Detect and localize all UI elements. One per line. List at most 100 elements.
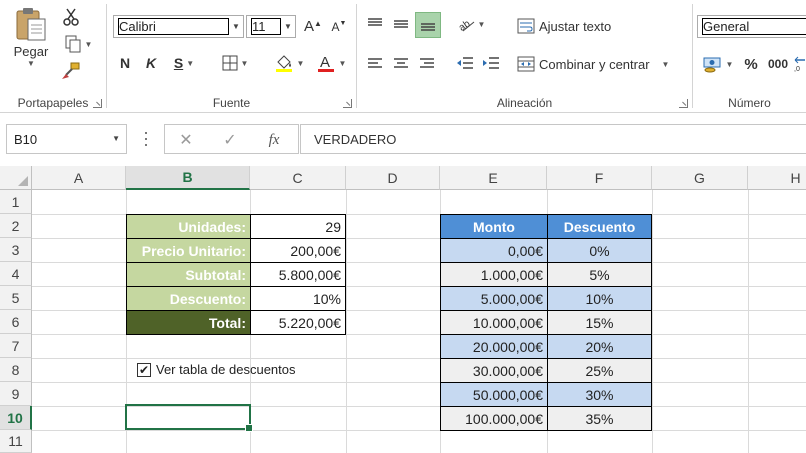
summary-total-value-cell[interactable]: 5.220,00€: [250, 310, 346, 335]
column-header-f[interactable]: F: [547, 166, 652, 190]
align-center-button[interactable]: [389, 52, 413, 74]
column-header-e[interactable]: E: [440, 166, 547, 190]
column-header-c[interactable]: C: [250, 166, 346, 190]
font-launcher-icon[interactable]: [343, 99, 352, 108]
table-cell[interactable]: 5.000,00€: [440, 286, 548, 311]
copy-button[interactable]: ▼: [60, 33, 96, 55]
worksheet-grid[interactable]: A B C D E F G H 1 2 3 4 5 6 7 8 9 10 11: [0, 166, 806, 453]
align-top-button[interactable]: [363, 12, 387, 36]
row-header-3[interactable]: 3: [0, 238, 32, 262]
merge-center-button[interactable]: Combinar y centrar ▼: [517, 52, 685, 76]
summary-value-cell[interactable]: 200,00€: [250, 238, 346, 263]
font-family-select[interactable]: Calibri ▼: [113, 15, 244, 38]
row-header-10[interactable]: 10: [0, 406, 32, 430]
align-center-icon: [394, 58, 408, 68]
column-header-h[interactable]: H: [748, 166, 806, 190]
row-header-4[interactable]: 4: [0, 262, 32, 286]
table-cell[interactable]: 0,00€: [440, 238, 548, 263]
column-header-b[interactable]: B: [126, 166, 250, 190]
summary-value-cell[interactable]: 29: [250, 214, 346, 239]
table-cell[interactable]: 15%: [547, 310, 652, 335]
discount-header-cell[interactable]: Descuento: [547, 214, 652, 239]
cut-button[interactable]: [60, 6, 82, 28]
paste-label: Pegar: [13, 44, 49, 59]
accounting-format-button[interactable]: ▼: [699, 52, 737, 76]
column-header-a[interactable]: A: [32, 166, 126, 190]
row-header-5[interactable]: 5: [0, 286, 32, 310]
font-color-button[interactable]: A ▼: [311, 50, 351, 76]
table-cell[interactable]: 100.000,00€: [440, 406, 548, 431]
bold-button[interactable]: N: [115, 52, 135, 74]
table-cell[interactable]: 5%: [547, 262, 652, 287]
table-cell[interactable]: 0%: [547, 238, 652, 263]
grow-font-button[interactable]: A ▲: [303, 15, 323, 38]
table-cell[interactable]: 30.000,00€: [440, 358, 548, 383]
wrap-text-button[interactable]: Ajustar texto: [517, 14, 629, 38]
table-cell[interactable]: 20.000,00€: [440, 334, 548, 359]
confirm-entry-icon[interactable]: ✓: [219, 129, 241, 151]
fill-color-button[interactable]: ▼: [271, 50, 307, 76]
summary-label-cell[interactable]: Unidades:: [126, 214, 251, 239]
select-all-button[interactable]: [0, 166, 32, 190]
format-painter-button[interactable]: [60, 60, 82, 82]
row-header-9[interactable]: 9: [0, 382, 32, 406]
row-header-11[interactable]: 11: [0, 430, 32, 453]
summary-label-cell[interactable]: Descuento:: [126, 286, 251, 311]
row-header-2[interactable]: 2: [0, 214, 32, 238]
name-box[interactable]: B10 ▼: [6, 124, 127, 154]
align-left-button[interactable]: [363, 52, 387, 74]
font-size-select[interactable]: 11 ▼: [246, 15, 296, 38]
italic-button[interactable]: K: [141, 52, 161, 74]
font-family-value: Calibri: [118, 18, 229, 35]
table-cell[interactable]: 1.000,00€: [440, 262, 548, 287]
borders-button[interactable]: ▼: [217, 52, 253, 74]
table-cell[interactable]: 35%: [547, 406, 652, 431]
row-header-7[interactable]: 7: [0, 334, 32, 358]
summary-label-cell[interactable]: Subtotal:: [126, 262, 251, 287]
active-cell-b10[interactable]: [125, 404, 253, 432]
table-cell[interactable]: 10.000,00€: [440, 310, 548, 335]
column-header-g[interactable]: G: [652, 166, 748, 190]
row-header-1[interactable]: 1: [0, 190, 32, 214]
checkbox-checked-icon[interactable]: ✔: [137, 362, 151, 377]
font-size-value: 11: [251, 18, 281, 35]
decrease-indent-button[interactable]: [453, 52, 477, 74]
summary-value-cell[interactable]: 10%: [250, 286, 346, 311]
discount-header-cell[interactable]: Monto: [440, 214, 548, 239]
row-header-8[interactable]: 8: [0, 358, 32, 382]
row-header-6[interactable]: 6: [0, 310, 32, 334]
clipboard-launcher-icon[interactable]: [93, 99, 102, 108]
summary-total-label-cell[interactable]: Total:: [126, 310, 251, 335]
table-cell[interactable]: 30%: [547, 382, 652, 407]
orientation-button[interactable]: ab ▼: [453, 12, 489, 36]
underline-button[interactable]: S ▼: [167, 52, 201, 74]
more-dots-icon[interactable]: [144, 132, 148, 146]
table-cell[interactable]: 25%: [547, 358, 652, 383]
insert-function-button[interactable]: fx: [261, 129, 287, 151]
increase-decimal-button[interactable]: ,0: [793, 52, 806, 76]
table-cell[interactable]: 10%: [547, 286, 652, 311]
column-header-d[interactable]: D: [346, 166, 440, 190]
percent-style-button[interactable]: %: [741, 52, 761, 76]
paste-button[interactable]: Pegar ▼: [8, 6, 54, 68]
table-cell[interactable]: 20%: [547, 334, 652, 359]
discount-table-checkbox[interactable]: ✔ Ver tabla de descuentos: [137, 362, 296, 377]
increase-indent-button[interactable]: [479, 52, 503, 74]
align-bottom-icon: [421, 23, 435, 31]
formula-input[interactable]: VERDADERO: [300, 124, 806, 154]
align-right-button[interactable]: [415, 52, 439, 74]
summary-label-cell[interactable]: Precio Unitario:: [126, 238, 251, 263]
align-middle-button[interactable]: [389, 12, 413, 36]
thousands-separator-button[interactable]: 000: [765, 52, 791, 76]
number-format-select[interactable]: General: [697, 15, 806, 38]
align-left-icon: [368, 58, 382, 68]
cancel-entry-icon[interactable]: ✕: [175, 129, 197, 151]
table-cell[interactable]: 50.000,00€: [440, 382, 548, 407]
shrink-font-button[interactable]: A ▼: [329, 15, 349, 38]
summary-value-cell[interactable]: 5.800,00€: [250, 262, 346, 287]
thousands-label: 000: [767, 57, 789, 71]
chevron-down-icon[interactable]: ▼: [112, 134, 120, 143]
alignment-launcher-icon[interactable]: [679, 99, 688, 108]
paste-dropdown-icon[interactable]: ▼: [27, 59, 35, 68]
align-bottom-button[interactable]: [415, 12, 441, 38]
